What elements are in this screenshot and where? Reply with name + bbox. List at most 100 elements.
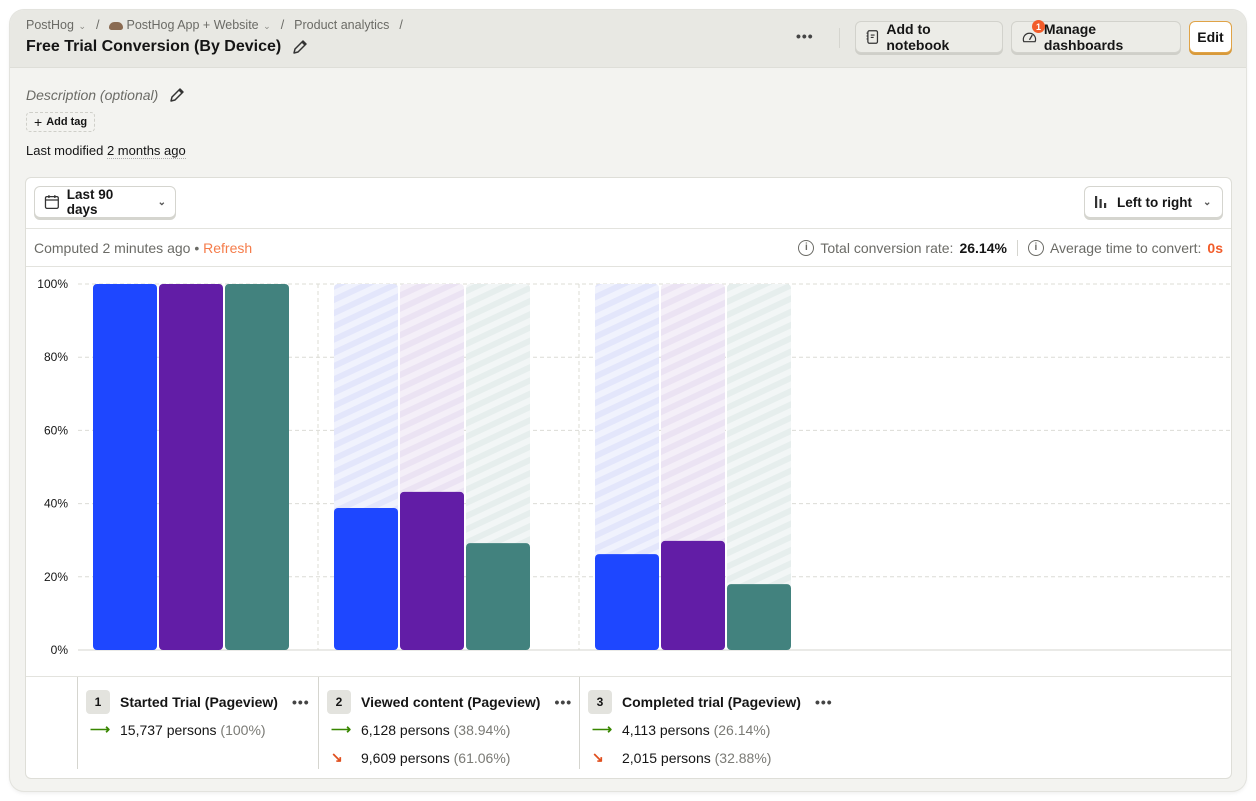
step-converted[interactable]: ⟶ 15,737 persons (100%) xyxy=(90,721,266,738)
top-bar: PostHog ⌄ / PostHog App + Website ⌄ / Pr… xyxy=(10,10,1246,68)
dropped-percent: (32.88%) xyxy=(714,749,772,766)
breadcrumb-org[interactable]: PostHog ⌄ xyxy=(26,18,86,32)
add-tag-label: Add tag xyxy=(46,116,88,128)
toolbar-divider xyxy=(839,28,840,48)
breadcrumb-separator: / xyxy=(280,18,285,32)
converted-count: 15,737 persons xyxy=(120,721,217,738)
avg-time-label: Average time to convert: xyxy=(1049,240,1202,256)
converted-percent: (100%) xyxy=(220,721,266,738)
bar xyxy=(400,491,464,650)
funnel-chart: 100% 80% 60% 40% 20% 0% xyxy=(26,268,1231,676)
manage-dashboards-label: Manage dashboards xyxy=(1043,21,1124,53)
bar xyxy=(159,284,223,650)
converted-count: 6,128 persons xyxy=(361,721,450,738)
add-tag-button[interactable]: + Add tag xyxy=(26,112,96,132)
edit-button[interactable]: Edit xyxy=(1189,21,1232,53)
converted-percent: (38.94%) xyxy=(453,721,511,738)
last-modified: Last modified 2 months ago xyxy=(26,143,186,159)
step-converted[interactable]: ⟶ 6,128 persons (38.94%) xyxy=(331,721,510,738)
dropped-percent: (61.06%) xyxy=(453,749,511,766)
step-number: 2 xyxy=(327,690,351,714)
filter-bar: Last 90 days ⌄ Left to right ⌄ xyxy=(26,178,1231,229)
bar xyxy=(727,584,791,650)
insight-page: PostHog ⌄ / PostHog App + Website ⌄ / Pr… xyxy=(10,10,1246,791)
bar xyxy=(661,540,725,650)
y-tick-label: 100% xyxy=(37,277,68,291)
arrow-right-icon: ⟶ xyxy=(592,721,613,737)
chevron-down-icon: ⌄ xyxy=(157,196,166,208)
page-title: Free Trial Conversion (By Device) xyxy=(26,38,309,56)
funnel-step: 2 Viewed content (Pageview) ••• ⟶ 6,128 … xyxy=(318,677,578,769)
manage-dashboards-button[interactable]: 1 Manage dashboards xyxy=(1011,20,1181,53)
bar xyxy=(595,554,659,650)
chevron-down-icon: ⌄ xyxy=(75,21,86,31)
info-icon[interactable]: i xyxy=(798,240,815,256)
step-converted[interactable]: ⟶ 4,113 persons (26.14%) xyxy=(592,721,770,738)
refresh-link[interactable]: Refresh xyxy=(203,240,252,256)
conversion-summary: i Total conversion rate: 26.14% i Averag… xyxy=(798,240,1223,256)
dashboards-count-badge: 1 xyxy=(1032,20,1045,33)
step-header: 1 Started Trial (Pageview) ••• xyxy=(86,690,310,714)
step-name: Viewed content (Pageview) xyxy=(361,694,541,710)
info-icon[interactable]: i xyxy=(1027,240,1044,256)
notebook-icon xyxy=(866,30,879,44)
funnel-steps-legend: 1 Started Trial (Pageview) ••• ⟶ 15,737 … xyxy=(26,676,1231,778)
step-name: Completed trial (Pageview) xyxy=(622,694,801,710)
computed-status: Computed 2 minutes ago • Refresh xyxy=(34,240,252,256)
arrow-right-icon: ⟶ xyxy=(331,721,352,737)
converted-percent: (26.14%) xyxy=(713,721,771,738)
step-number: 1 xyxy=(86,690,110,714)
layout-select[interactable]: Left to right ⌄ xyxy=(1084,186,1223,218)
breadcrumb: PostHog ⌄ / PostHog App + Website ⌄ / Pr… xyxy=(26,18,407,32)
more-options-button[interactable]: ••• xyxy=(796,28,814,44)
insight-card: Last 90 days ⌄ Left to right ⌄ Computed … xyxy=(25,177,1232,779)
y-tick-label: 0% xyxy=(51,643,69,657)
last-modified-label: Last modified xyxy=(26,143,104,158)
funnel-step: 1 Started Trial (Pageview) ••• ⟶ 15,737 … xyxy=(77,677,317,769)
arrow-down-right-icon: ↘ xyxy=(592,749,604,765)
breadcrumb-project[interactable]: PostHog App + Website ⌄ xyxy=(109,18,271,32)
bar-chart-icon xyxy=(1095,196,1107,208)
breadcrumb-section[interactable]: Product analytics xyxy=(294,18,389,32)
bar xyxy=(225,284,289,650)
bar xyxy=(466,543,530,650)
y-tick-label: 60% xyxy=(44,423,68,437)
date-range-select[interactable]: Last 90 days ⌄ xyxy=(34,186,176,218)
computed-text: Computed 2 minutes ago xyxy=(34,240,191,256)
description-field[interactable]: Description (optional) xyxy=(26,86,186,104)
y-tick-label: 80% xyxy=(44,350,68,364)
chevron-down-icon: ⌄ xyxy=(260,21,271,31)
pencil-icon[interactable] xyxy=(291,38,309,56)
step-dropped[interactable]: ↘ 2,015 persons (32.88%) xyxy=(592,749,771,766)
hedgehog-icon xyxy=(109,21,124,30)
step-more-button[interactable]: ••• xyxy=(292,694,310,710)
arrow-down-right-icon: ↘ xyxy=(331,749,343,765)
step-number: 3 xyxy=(588,690,612,714)
converted-count: 4,113 persons xyxy=(622,721,710,738)
layout-label: Left to right xyxy=(1117,194,1192,210)
bar xyxy=(93,284,157,650)
dropped-count: 9,609 persons xyxy=(361,749,450,766)
plus-icon: + xyxy=(34,114,43,130)
description-placeholder: Description (optional) xyxy=(26,87,159,103)
status-row: Computed 2 minutes ago • Refresh i Total… xyxy=(26,229,1231,267)
separator-dot: • xyxy=(194,240,200,256)
step-more-button[interactable]: ••• xyxy=(554,694,572,710)
step-more-button[interactable]: ••• xyxy=(815,694,833,710)
arrow-right-icon: ⟶ xyxy=(90,721,111,737)
breadcrumb-separator: / xyxy=(96,18,100,32)
page-title-text: Free Trial Conversion (By Device) xyxy=(26,38,282,55)
funnel-chart-svg: 100% 80% 60% 40% 20% 0% xyxy=(37,277,1231,657)
date-range-label: Last 90 days xyxy=(66,187,114,217)
bar xyxy=(334,507,398,650)
last-modified-time[interactable]: 2 months ago xyxy=(106,143,186,159)
calendar-icon xyxy=(44,195,59,210)
step-header: 2 Viewed content (Pageview) ••• xyxy=(327,690,572,714)
add-to-notebook-button[interactable]: Add to notebook xyxy=(855,21,1003,53)
y-tick-label: 20% xyxy=(44,570,68,584)
step-name: Started Trial (Pageview) xyxy=(120,694,278,710)
pencil-icon[interactable] xyxy=(168,86,186,104)
chevron-down-icon: ⌄ xyxy=(1202,196,1212,208)
y-tick-label: 40% xyxy=(44,497,68,511)
step-dropped[interactable]: ↘ 9,609 persons (61.06%) xyxy=(331,749,510,766)
